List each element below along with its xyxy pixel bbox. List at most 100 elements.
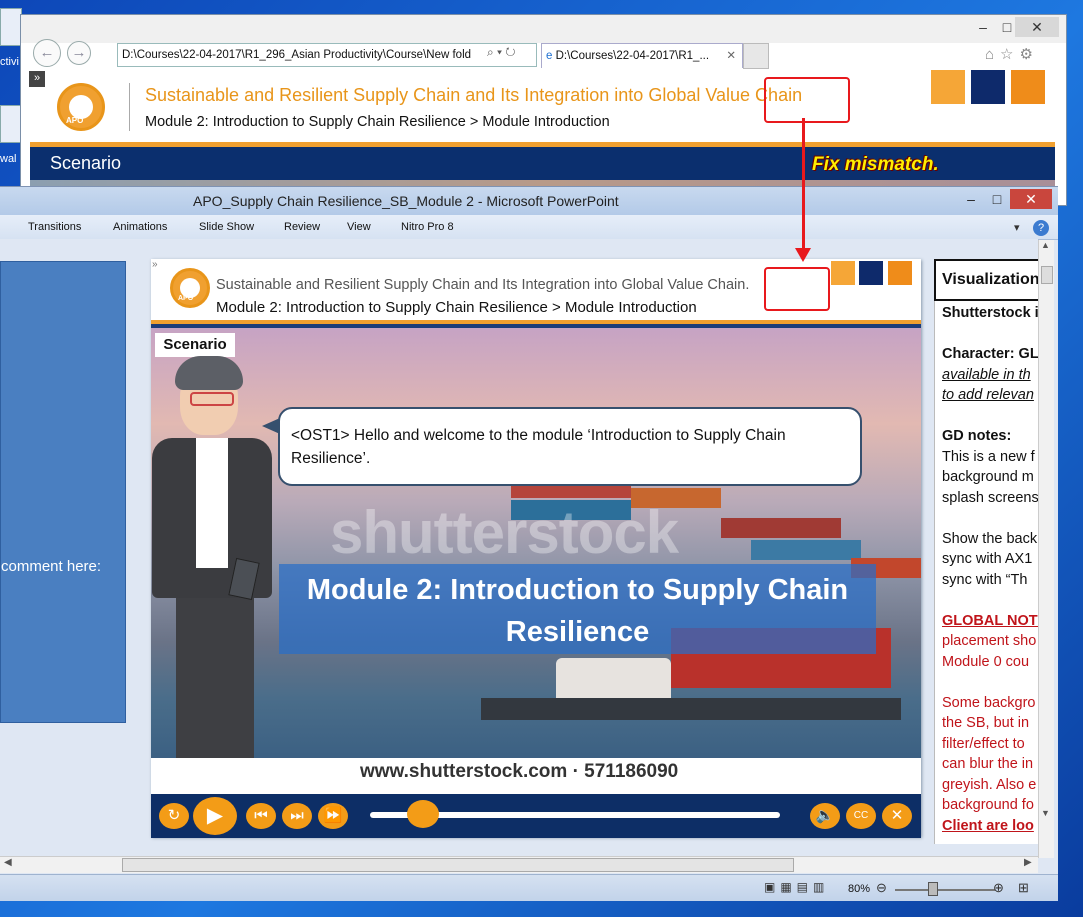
comment-text: comment here: [1, 558, 102, 575]
apo-logo-icon: APO [170, 268, 210, 308]
tab-animations[interactable]: Animations [113, 221, 167, 233]
maximize-button[interactable]: □ [984, 189, 1010, 209]
logo-text: APO [178, 295, 194, 302]
search-icon[interactable]: ⌕ ▾ ↻ [487, 45, 516, 60]
desktop-file-icon[interactable] [0, 8, 22, 46]
notes-header: Visualization [934, 259, 1040, 301]
minimize-button[interactable]: – [958, 189, 984, 209]
annotation-arrowhead [795, 248, 811, 262]
chevron-down-icon[interactable]: ▾ [1014, 221, 1020, 234]
notes-line: This is a new f [942, 448, 1035, 465]
fit-to-window-icon[interactable]: ⊞ [1018, 880, 1029, 896]
minimize-button[interactable]: – [971, 17, 995, 37]
notes-line: Shutterstock i [942, 305, 1038, 321]
accent-square [888, 261, 912, 285]
notes-line: the SB, but in [942, 715, 1030, 731]
accent-square [931, 70, 965, 104]
zoom-out-icon[interactable]: ⊖ [876, 880, 887, 896]
zoom-in-icon[interactable]: ⊕ [993, 880, 1004, 896]
replay-icon[interactable]: ↻ [159, 803, 189, 829]
notes-line: Some backgro [942, 694, 1036, 711]
apo-logo-icon: APO [57, 83, 105, 131]
volume-icon[interactable]: 🔈 [810, 803, 840, 829]
forward-icon[interactable]: → [67, 41, 91, 65]
notes-line: background fo [942, 797, 1034, 813]
annotation-box-slide [764, 267, 830, 311]
notes-line: splash screens [942, 489, 1038, 506]
notes-line: filter/effect to [942, 735, 1025, 752]
close-tab-icon[interactable]: ✕ [726, 44, 736, 68]
new-tab-button[interactable] [743, 43, 769, 69]
scroll-left-icon[interactable]: ◀ [4, 857, 12, 868]
accent-square [971, 70, 1005, 104]
tab-transitions[interactable]: Transitions [28, 221, 81, 233]
scroll-down-icon[interactable]: ▼ [1041, 808, 1050, 818]
notes-line: placement sho [942, 633, 1037, 649]
character-shirt [196, 438, 228, 568]
notes-line: GLOBAL NOTE [942, 612, 1038, 629]
comment-panel[interactable]: comment here: [0, 261, 126, 723]
captions-icon[interactable]: CC [846, 803, 876, 829]
browser-tab[interactable]: e D:\Courses\22-04-2017\R1_... ✕ [541, 43, 743, 68]
tab-nitro[interactable]: Nitro Pro 8 [401, 221, 454, 233]
close-button[interactable]: ✕ [1010, 189, 1052, 209]
help-icon[interactable]: ? [1033, 220, 1049, 236]
notes-header-text: Visualization [942, 271, 1040, 288]
scenario-label: Scenario [155, 333, 235, 357]
notes-line: sync with AX1 [942, 551, 1033, 567]
tab-view[interactable]: View [347, 221, 371, 233]
notes-line: Client are loo [942, 817, 1034, 834]
expand-icon[interactable]: » [29, 71, 45, 87]
view-buttons-icons[interactable]: ▣▦▤▥ [764, 880, 829, 894]
address-bar[interactable]: D:\Courses\22-04-2017\R1_296_Asian Produ… [117, 43, 537, 67]
character-hair [175, 356, 243, 390]
ppt-title: APO_Supply Chain Resilience_SB_Module 2 … [193, 193, 619, 209]
notes-line: Character: GL [942, 346, 1038, 362]
close-icon[interactable]: ✕ [882, 803, 912, 829]
header-divider [129, 83, 130, 131]
scenario-bar-label: Scenario [50, 153, 122, 173]
notes-line: GD notes: [942, 428, 1012, 444]
home-star-gear-icons[interactable]: ⌂☆⚙ [985, 45, 1039, 63]
desktop-icon-label: ctivi [0, 56, 19, 68]
annotation-arrow [802, 118, 805, 253]
notes-line: sync with “Th [942, 571, 1028, 588]
status-bar [0, 874, 1058, 901]
zoom-slider-thumb[interactable] [928, 882, 938, 896]
annotation-text: Fix mismatch. [812, 154, 939, 175]
notes-line: Module 0 cou [942, 653, 1030, 670]
ie-icon: e [546, 50, 553, 62]
stock-watermark: shutterstock [330, 499, 679, 566]
course-title: Sustainable and Resilient Supply Chain a… [145, 85, 803, 105]
module-title: Module 2: Introduction to Supply Chain R… [306, 574, 849, 648]
scroll-right-icon[interactable]: ▶ [1024, 857, 1032, 868]
stock-url: www.shutterstock.com · 571186090 [360, 761, 679, 782]
zoom-slider[interactable] [895, 889, 995, 891]
character-glasses [190, 392, 234, 406]
notes-line: Show the back [942, 530, 1038, 547]
play-button[interactable]: ▶ [193, 797, 237, 835]
tab-review[interactable]: Review [284, 221, 320, 233]
notes-line: to add relevan [942, 387, 1034, 403]
tab-slide-show[interactable]: Slide Show [199, 221, 254, 233]
logo-text: APO [66, 116, 84, 125]
slide-course-title: Sustainable and Resilient Supply Chain a… [216, 277, 750, 293]
desktop-file-icon[interactable] [0, 105, 22, 143]
scroll-up-icon[interactable]: ▲ [1041, 240, 1050, 250]
scroll-thumb[interactable] [1041, 266, 1053, 284]
accent-square [859, 261, 883, 285]
horizontal-scroll-thumb[interactable] [122, 858, 794, 872]
zoom-level: 80% [848, 883, 871, 895]
notes-line: can blur the in [942, 756, 1034, 772]
previous-icon[interactable]: ⏮ [246, 803, 276, 829]
address-text: D:\Courses\22-04-2017\R1_296_Asian Produ… [122, 49, 472, 61]
progress-knob[interactable] [407, 800, 439, 828]
ie-titlebar [21, 15, 1066, 43]
accent-square [1011, 70, 1045, 104]
fast-forward-icon[interactable]: ⏩ [318, 803, 348, 829]
next-icon[interactable]: ⏭ [282, 803, 312, 829]
vertical-scrollbar[interactable]: ▲ ▼ [1038, 240, 1054, 858]
close-button[interactable]: ✕ [1015, 17, 1059, 37]
annotation-box-web [764, 77, 850, 123]
back-icon[interactable]: ← [33, 39, 61, 67]
